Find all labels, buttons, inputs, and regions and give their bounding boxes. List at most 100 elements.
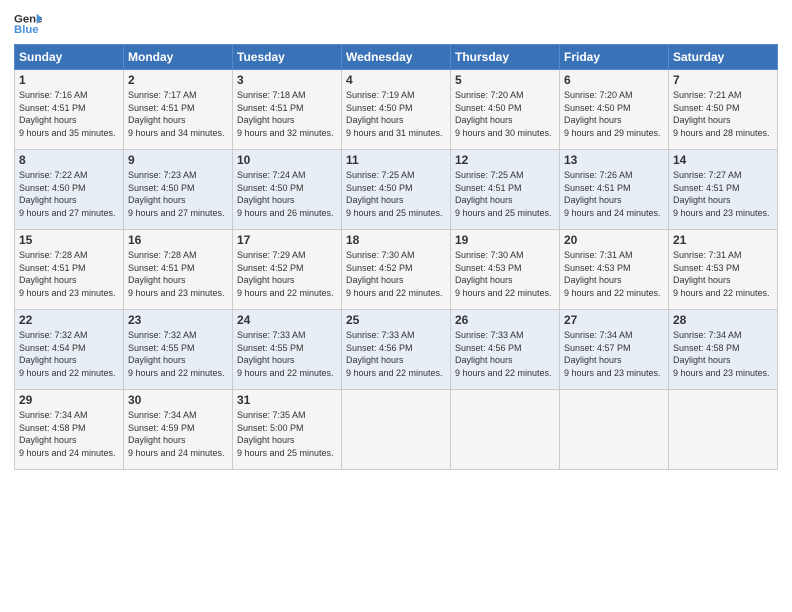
day-info: Sunrise: 7:24 AMSunset: 4:50 PMDaylight … (237, 170, 334, 218)
calendar-table: SundayMondayTuesdayWednesdayThursdayFrid… (14, 44, 778, 470)
calendar-cell: 25 Sunrise: 7:33 AMSunset: 4:56 PMDaylig… (342, 310, 451, 390)
day-number: 5 (455, 73, 555, 87)
day-number: 15 (19, 233, 119, 247)
day-number: 9 (128, 153, 228, 167)
day-info: Sunrise: 7:33 AMSunset: 4:55 PMDaylight … (237, 330, 334, 378)
day-number: 16 (128, 233, 228, 247)
day-number: 7 (673, 73, 773, 87)
calendar-cell: 27 Sunrise: 7:34 AMSunset: 4:57 PMDaylig… (560, 310, 669, 390)
day-number: 1 (19, 73, 119, 87)
day-info: Sunrise: 7:25 AMSunset: 4:50 PMDaylight … (346, 170, 443, 218)
day-info: Sunrise: 7:34 AMSunset: 4:57 PMDaylight … (564, 330, 661, 378)
day-number: 4 (346, 73, 446, 87)
calendar-cell: 13 Sunrise: 7:26 AMSunset: 4:51 PMDaylig… (560, 150, 669, 230)
day-number: 31 (237, 393, 337, 407)
day-info: Sunrise: 7:32 AMSunset: 4:54 PMDaylight … (19, 330, 116, 378)
day-info: Sunrise: 7:34 AMSunset: 4:58 PMDaylight … (19, 410, 116, 458)
day-number: 22 (19, 313, 119, 327)
calendar-cell: 15 Sunrise: 7:28 AMSunset: 4:51 PMDaylig… (15, 230, 124, 310)
calendar-cell: 31 Sunrise: 7:35 AMSunset: 5:00 PMDaylig… (233, 390, 342, 470)
day-info: Sunrise: 7:26 AMSunset: 4:51 PMDaylight … (564, 170, 661, 218)
day-info: Sunrise: 7:18 AMSunset: 4:51 PMDaylight … (237, 90, 334, 138)
col-header-tuesday: Tuesday (233, 45, 342, 70)
calendar-cell: 2 Sunrise: 7:17 AMSunset: 4:51 PMDayligh… (124, 70, 233, 150)
calendar-cell: 18 Sunrise: 7:30 AMSunset: 4:52 PMDaylig… (342, 230, 451, 310)
day-info: Sunrise: 7:31 AMSunset: 4:53 PMDaylight … (564, 250, 661, 298)
calendar-cell: 16 Sunrise: 7:28 AMSunset: 4:51 PMDaylig… (124, 230, 233, 310)
day-info: Sunrise: 7:22 AMSunset: 4:50 PMDaylight … (19, 170, 116, 218)
day-number: 24 (237, 313, 337, 327)
day-number: 14 (673, 153, 773, 167)
calendar-cell: 30 Sunrise: 7:34 AMSunset: 4:59 PMDaylig… (124, 390, 233, 470)
day-number: 18 (346, 233, 446, 247)
day-number: 10 (237, 153, 337, 167)
week-row-4: 22 Sunrise: 7:32 AMSunset: 4:54 PMDaylig… (15, 310, 778, 390)
day-info: Sunrise: 7:23 AMSunset: 4:50 PMDaylight … (128, 170, 225, 218)
day-info: Sunrise: 7:31 AMSunset: 4:53 PMDaylight … (673, 250, 770, 298)
calendar-cell: 3 Sunrise: 7:18 AMSunset: 4:51 PMDayligh… (233, 70, 342, 150)
day-info: Sunrise: 7:30 AMSunset: 4:52 PMDaylight … (346, 250, 443, 298)
calendar-cell: 21 Sunrise: 7:31 AMSunset: 4:53 PMDaylig… (669, 230, 778, 310)
day-info: Sunrise: 7:21 AMSunset: 4:50 PMDaylight … (673, 90, 770, 138)
calendar-cell: 9 Sunrise: 7:23 AMSunset: 4:50 PMDayligh… (124, 150, 233, 230)
day-number: 3 (237, 73, 337, 87)
col-header-saturday: Saturday (669, 45, 778, 70)
day-info: Sunrise: 7:30 AMSunset: 4:53 PMDaylight … (455, 250, 552, 298)
day-info: Sunrise: 7:32 AMSunset: 4:55 PMDaylight … (128, 330, 225, 378)
day-number: 27 (564, 313, 664, 327)
calendar-cell: 20 Sunrise: 7:31 AMSunset: 4:53 PMDaylig… (560, 230, 669, 310)
day-info: Sunrise: 7:19 AMSunset: 4:50 PMDaylight … (346, 90, 443, 138)
calendar-cell: 5 Sunrise: 7:20 AMSunset: 4:50 PMDayligh… (451, 70, 560, 150)
day-number: 23 (128, 313, 228, 327)
col-header-sunday: Sunday (15, 45, 124, 70)
calendar-cell: 29 Sunrise: 7:34 AMSunset: 4:58 PMDaylig… (15, 390, 124, 470)
day-number: 19 (455, 233, 555, 247)
col-header-thursday: Thursday (451, 45, 560, 70)
col-header-friday: Friday (560, 45, 669, 70)
day-info: Sunrise: 7:29 AMSunset: 4:52 PMDaylight … (237, 250, 334, 298)
day-number: 17 (237, 233, 337, 247)
calendar-cell: 14 Sunrise: 7:27 AMSunset: 4:51 PMDaylig… (669, 150, 778, 230)
day-info: Sunrise: 7:34 AMSunset: 4:59 PMDaylight … (128, 410, 225, 458)
calendar-cell (669, 390, 778, 470)
calendar-cell: 23 Sunrise: 7:32 AMSunset: 4:55 PMDaylig… (124, 310, 233, 390)
day-number: 2 (128, 73, 228, 87)
day-number: 28 (673, 313, 773, 327)
week-row-2: 8 Sunrise: 7:22 AMSunset: 4:50 PMDayligh… (15, 150, 778, 230)
day-number: 21 (673, 233, 773, 247)
day-number: 25 (346, 313, 446, 327)
logo-icon: General Blue (14, 10, 42, 38)
calendar-cell: 4 Sunrise: 7:19 AMSunset: 4:50 PMDayligh… (342, 70, 451, 150)
calendar-cell: 1 Sunrise: 7:16 AMSunset: 4:51 PMDayligh… (15, 70, 124, 150)
calendar-cell (342, 390, 451, 470)
day-info: Sunrise: 7:34 AMSunset: 4:58 PMDaylight … (673, 330, 770, 378)
week-row-5: 29 Sunrise: 7:34 AMSunset: 4:58 PMDaylig… (15, 390, 778, 470)
main-container: General Blue SundayMondayTuesdayWednesda… (0, 0, 792, 476)
day-info: Sunrise: 7:28 AMSunset: 4:51 PMDaylight … (19, 250, 116, 298)
col-header-monday: Monday (124, 45, 233, 70)
calendar-cell: 24 Sunrise: 7:33 AMSunset: 4:55 PMDaylig… (233, 310, 342, 390)
day-number: 26 (455, 313, 555, 327)
day-info: Sunrise: 7:17 AMSunset: 4:51 PMDaylight … (128, 90, 225, 138)
calendar-cell (451, 390, 560, 470)
logo: General Blue (14, 10, 42, 38)
day-info: Sunrise: 7:28 AMSunset: 4:51 PMDaylight … (128, 250, 225, 298)
day-number: 20 (564, 233, 664, 247)
calendar-cell: 28 Sunrise: 7:34 AMSunset: 4:58 PMDaylig… (669, 310, 778, 390)
day-number: 13 (564, 153, 664, 167)
calendar-cell: 17 Sunrise: 7:29 AMSunset: 4:52 PMDaylig… (233, 230, 342, 310)
day-info: Sunrise: 7:16 AMSunset: 4:51 PMDaylight … (19, 90, 116, 138)
calendar-cell: 11 Sunrise: 7:25 AMSunset: 4:50 PMDaylig… (342, 150, 451, 230)
calendar-cell: 8 Sunrise: 7:22 AMSunset: 4:50 PMDayligh… (15, 150, 124, 230)
calendar-cell: 19 Sunrise: 7:30 AMSunset: 4:53 PMDaylig… (451, 230, 560, 310)
calendar-cell: 22 Sunrise: 7:32 AMSunset: 4:54 PMDaylig… (15, 310, 124, 390)
calendar-cell (560, 390, 669, 470)
svg-text:Blue: Blue (14, 24, 39, 36)
col-header-wednesday: Wednesday (342, 45, 451, 70)
day-info: Sunrise: 7:33 AMSunset: 4:56 PMDaylight … (455, 330, 552, 378)
calendar-cell: 12 Sunrise: 7:25 AMSunset: 4:51 PMDaylig… (451, 150, 560, 230)
day-info: Sunrise: 7:20 AMSunset: 4:50 PMDaylight … (455, 90, 552, 138)
header: General Blue (14, 10, 778, 38)
day-info: Sunrise: 7:27 AMSunset: 4:51 PMDaylight … (673, 170, 770, 218)
day-number: 30 (128, 393, 228, 407)
